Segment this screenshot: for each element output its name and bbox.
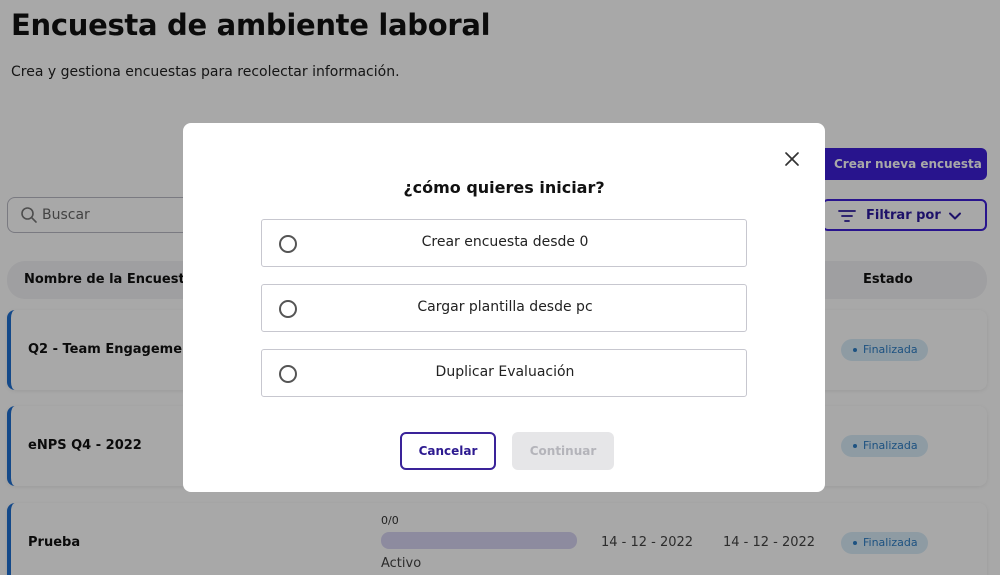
- continue-button[interactable]: Continuar: [512, 432, 614, 470]
- cancel-button[interactable]: Cancelar: [400, 432, 496, 470]
- option-create-from-scratch[interactable]: Crear encuesta desde 0: [261, 219, 747, 267]
- option-label: Cargar plantilla desde pc: [417, 299, 593, 315]
- start-survey-modal: ¿cómo quieres iniciar? Crear encuesta de…: [183, 123, 825, 492]
- option-upload-template[interactable]: Cargar plantilla desde pc: [261, 284, 747, 332]
- option-label: Crear encuesta desde 0: [421, 234, 589, 250]
- close-icon[interactable]: [783, 150, 801, 168]
- option-label: Duplicar Evaluación: [435, 364, 575, 380]
- modal-title: ¿cómo quieres iniciar?: [403, 178, 605, 197]
- option-duplicate-evaluation[interactable]: Duplicar Evaluación: [261, 349, 747, 397]
